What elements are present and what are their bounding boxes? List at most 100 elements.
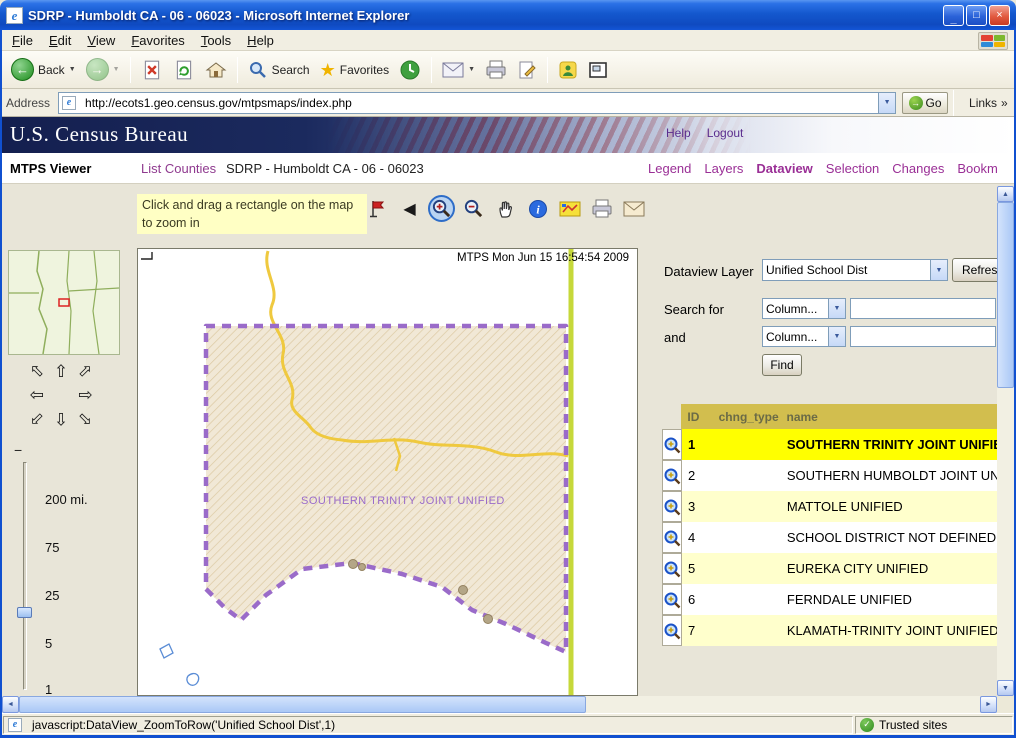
info-tool[interactable]: i (524, 195, 551, 222)
list-counties-link[interactable]: List Counties (141, 161, 216, 176)
map-canvas[interactable]: SOUTHERN TRINITY JOINT UNIFIED MTPS Mon … (137, 248, 638, 696)
table-row[interactable]: 2 SOUTHERN HUMBOLDT JOINT UNIFIED (662, 460, 998, 491)
pan-northeast-arrow[interactable]: ⇧ (69, 355, 100, 386)
scroll-up-button[interactable]: ▲ (997, 186, 1014, 202)
cell-id: 2 (682, 460, 713, 491)
overview-map[interactable] (8, 250, 120, 355)
address-input[interactable]: e http://ecots1.geo.census.gov/mtpsmaps/… (58, 92, 896, 114)
menu-favorites[interactable]: Favorites (123, 31, 192, 50)
export-map-tool[interactable] (620, 195, 647, 222)
logout-link[interactable]: Logout (707, 126, 744, 140)
favorites-button[interactable]: ★ Favorites (315, 54, 395, 86)
table-row[interactable]: 3 MATTOLE UNIFIED (662, 491, 998, 522)
water-feature (187, 674, 199, 686)
zoom-to-row-button[interactable] (662, 615, 682, 646)
zoom-slider-track[interactable] (23, 462, 27, 690)
select-dropdown-icon[interactable]: ▼ (828, 327, 845, 346)
fullscreen-button[interactable] (583, 54, 613, 86)
refresh-button[interactable] (168, 54, 200, 86)
nav-selection[interactable]: Selection (826, 161, 879, 176)
back-dropdown-icon[interactable]: ▼ (69, 66, 76, 73)
scroll-down-button[interactable]: ▼ (997, 680, 1014, 696)
vertical-scrollbar[interactable]: ▲ ▼ (997, 186, 1014, 696)
edit-button[interactable] (512, 54, 542, 86)
map-toolbar: ◀ i (364, 195, 647, 222)
dataview-layer-select[interactable]: Unified School Dist ▼ (762, 259, 948, 281)
mail-dropdown-icon[interactable]: ▼ (468, 66, 475, 73)
links-button[interactable]: Links » (969, 96, 1008, 110)
menu-edit[interactable]: Edit (41, 31, 79, 50)
previous-view-tool[interactable]: ◀ (396, 195, 423, 222)
zoom-to-row-button[interactable] (662, 584, 682, 615)
back-label: Back (38, 63, 65, 77)
go-button[interactable]: → Go (902, 92, 948, 114)
search-column-1-select[interactable]: Column... ▼ (762, 298, 846, 319)
menu-tools[interactable]: Tools (193, 31, 239, 50)
table-row[interactable]: 7 KLAMATH-TRINITY JOINT UNIFIED (662, 615, 998, 646)
menu-view[interactable]: View (79, 31, 123, 50)
table-row[interactable]: 5 EUREKA CITY UNIFIED (662, 553, 998, 584)
scroll-left-button[interactable]: ◄ (2, 696, 19, 713)
horizontal-scroll-thumb[interactable] (19, 696, 586, 713)
messenger-button[interactable] (553, 54, 583, 86)
zoom-to-row-button[interactable] (662, 491, 682, 522)
print-map-tool[interactable] (588, 195, 615, 222)
search-column-2-select[interactable]: Column... ▼ (762, 326, 846, 347)
scroll-right-button[interactable]: ► (980, 696, 997, 713)
nav-bookmarks[interactable]: Bookmarks (957, 161, 998, 176)
minimize-button[interactable]: _ (943, 5, 964, 26)
refresh-dataview-button[interactable]: Refresh (952, 258, 998, 282)
close-button[interactable]: × (989, 5, 1010, 26)
forward-button[interactable]: → ▼ (81, 54, 125, 86)
tiger-map-tool[interactable] (556, 195, 583, 222)
cell-id: 4 (682, 522, 713, 553)
find-button[interactable]: Find (762, 354, 802, 376)
back-button[interactable]: ← Back ▼ (6, 54, 81, 86)
table-row[interactable]: 1 SOUTHERN TRINITY JOINT UNIFIED (662, 429, 998, 460)
pan-southeast-arrow[interactable]: ⇧ (69, 403, 100, 434)
zoom-out-tool[interactable] (460, 195, 487, 222)
dataview-panel: Dataview Layer Unified School Dist ▼ Ref… (660, 248, 998, 696)
menu-help[interactable]: Help (239, 31, 282, 50)
maximize-button[interactable]: □ (966, 5, 987, 26)
nav-changes[interactable]: Changes (892, 161, 944, 176)
pan-northwest-arrow[interactable]: ⇧ (21, 355, 52, 386)
locate-flag-tool[interactable] (364, 195, 391, 222)
horizontal-scrollbar[interactable]: ◄ ► (2, 696, 997, 713)
nav-legend[interactable]: Legend (648, 161, 691, 176)
zoom-out-icon (463, 198, 484, 219)
pan-tool[interactable] (492, 195, 519, 222)
home-button[interactable] (200, 54, 232, 86)
search-label: Search (272, 63, 310, 77)
zoom-to-row-button[interactable] (662, 429, 682, 460)
mail-button[interactable]: ▼ (437, 54, 480, 86)
print-button[interactable] (480, 54, 512, 86)
nav-layers[interactable]: Layers (704, 161, 743, 176)
scale-label-200: 200 mi. (45, 492, 88, 507)
help-link[interactable]: Help (666, 126, 691, 140)
stop-button[interactable] (136, 54, 168, 86)
zoom-slider-thumb[interactable] (17, 607, 32, 618)
status-page-icon: e (8, 718, 22, 732)
history-button[interactable] (394, 54, 426, 86)
vertical-scroll-thumb[interactable] (997, 202, 1014, 388)
table-row[interactable]: 6 FERNDALE UNIFIED (662, 584, 998, 615)
row-zoom-icon (663, 591, 681, 609)
menu-file[interactable]: File (4, 31, 41, 50)
zoom-to-row-button[interactable] (662, 460, 682, 491)
address-dropdown-icon[interactable]: ▼ (878, 93, 895, 113)
zoom-to-row-button[interactable] (662, 522, 682, 553)
zoom-in-tool[interactable] (428, 195, 455, 222)
zoom-to-row-button[interactable] (662, 553, 682, 584)
zoom-out-minus-icon[interactable]: − (14, 442, 22, 458)
nav-dataview[interactable]: Dataview (756, 161, 812, 176)
select-dropdown-icon[interactable]: ▼ (828, 299, 845, 318)
select-dropdown-icon[interactable]: ▼ (930, 260, 947, 280)
search-value-1-input[interactable] (850, 298, 996, 319)
pan-southwest-arrow[interactable]: ⇧ (21, 403, 52, 434)
forward-dropdown-icon[interactable]: ▼ (113, 66, 120, 73)
table-row[interactable]: 4 SCHOOL DISTRICT NOT DEFINED (662, 522, 998, 553)
search-value-2-input[interactable] (850, 326, 996, 347)
search-button[interactable]: Search (243, 54, 315, 86)
district-map-label: SOUTHERN TRINITY JOINT UNIFIED (301, 495, 505, 507)
